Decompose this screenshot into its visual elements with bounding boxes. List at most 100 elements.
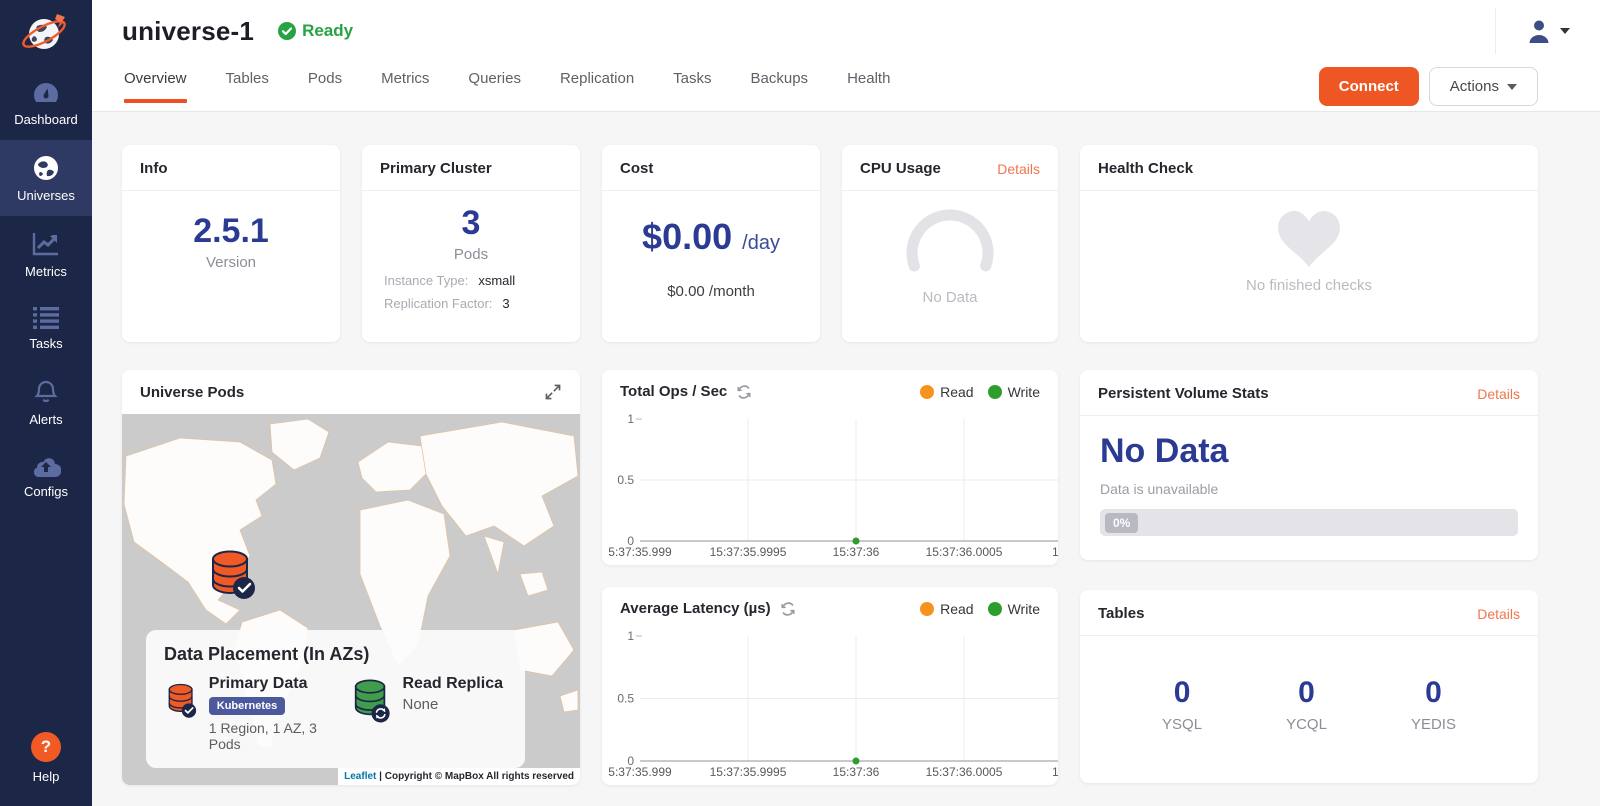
tab-overview[interactable]: Overview [124, 62, 187, 111]
tables-details-link[interactable]: Details [1477, 606, 1520, 622]
write-legend-label: Write [1008, 601, 1040, 617]
read-replica-value: None [403, 696, 503, 713]
card-title: Cost [620, 160, 653, 177]
cost-per-day: $0.00 [642, 217, 732, 257]
expand-icon [544, 383, 562, 401]
tab-tables[interactable]: Tables [226, 62, 269, 111]
user-menu[interactable] [1526, 18, 1570, 44]
world-map[interactable]: Data Placement (In AZs) [122, 414, 580, 785]
svg-text:15:37:3: 15:37:3 [1052, 545, 1058, 559]
tab-bar: Overview Tables Pods Metrics Queries Rep… [92, 62, 1600, 112]
svg-text:15:37:36.0005: 15:37:36.0005 [926, 765, 1003, 779]
heart-icon [1278, 211, 1340, 267]
question-icon: ? [31, 732, 61, 762]
card-title: Average Latency (µs) [620, 600, 771, 617]
tab-backups[interactable]: Backups [751, 62, 809, 111]
card-title: Primary Cluster [380, 160, 492, 177]
sidebar-item-label: Dashboard [14, 112, 78, 127]
gauge-icon [32, 81, 60, 105]
tab-queries[interactable]: Queries [468, 62, 521, 111]
globe-icon [33, 155, 59, 181]
read-replica-label: Read Replica [403, 675, 503, 693]
sidebar-item-label: Tasks [29, 336, 62, 351]
primary-database-icon [164, 675, 199, 725]
card-title: Health Check [1098, 160, 1193, 177]
pods-label: Pods [454, 246, 488, 263]
cost-per-month: $0.00 /month [667, 283, 755, 300]
list-icon [33, 307, 59, 329]
sidebar-item-configs[interactable]: Configs [0, 440, 92, 512]
svg-text:15:37:36: 15:37:36 [833, 545, 880, 559]
sidebar-item-universes[interactable]: Universes [0, 140, 92, 216]
version-value: 2.5.1 [193, 213, 269, 250]
primary-data-block: Primary Data Kubernetes 1 Region, 1 AZ, … [164, 675, 323, 752]
pvs-sub-text: Data is unavailable [1100, 481, 1518, 497]
replication-factor-label: Replication Factor: [384, 296, 492, 311]
chart-legend: Read Write [920, 384, 1040, 400]
universe-pods-card: Universe Pods [122, 370, 580, 785]
ysql-stat: 0 YSQL [1162, 676, 1202, 733]
svg-text:1: 1 [627, 629, 634, 643]
primary-data-label: Primary Data [209, 675, 323, 693]
chart-line-icon [32, 231, 60, 257]
primary-data-summary: 1 Region, 1 AZ, 3 Pods [209, 720, 323, 752]
svg-text:15:37:36: 15:37:36 [833, 765, 880, 779]
sidebar-item-label: Metrics [25, 264, 67, 279]
status-badge: Ready [278, 21, 353, 41]
gauge-arc-icon [890, 207, 1010, 279]
pvs-no-data: No Data [1100, 432, 1518, 471]
yedis-label: YEDIS [1411, 716, 1456, 733]
svg-text:5:37:35.999: 5:37:35.999 [608, 545, 672, 559]
kubernetes-badge: Kubernetes [209, 697, 286, 715]
actions-button-label: Actions [1450, 78, 1499, 95]
tab-metrics[interactable]: Metrics [381, 62, 429, 111]
ysql-label: YSQL [1162, 716, 1202, 733]
attribution-text: | Copyright © MapBox All rights reserved [379, 771, 574, 782]
cloud-upload-icon [31, 455, 61, 477]
cpu-usage-card: CPU Usage Details No Data [842, 145, 1058, 342]
cpu-details-link[interactable]: Details [997, 161, 1040, 177]
sidebar: Dashboard Universes Metrics Tasks [0, 0, 92, 806]
actions-button[interactable]: Actions [1429, 67, 1538, 106]
bell-icon [33, 379, 59, 405]
cpu-no-data: No Data [922, 289, 977, 306]
connect-button[interactable]: Connect [1319, 67, 1419, 106]
tab-health[interactable]: Health [847, 62, 890, 111]
status-text: Ready [302, 21, 353, 41]
chevron-down-icon [1507, 84, 1517, 90]
card-title: Universe Pods [140, 384, 244, 401]
sidebar-item-metrics[interactable]: Metrics [0, 216, 92, 292]
primary-cluster-card: Primary Cluster 3 Pods Instance Type: xs… [362, 145, 580, 342]
tables-card: Tables Details 0 YSQL 0 YCQL 0 [1080, 590, 1538, 783]
read-legend-dot [920, 602, 934, 616]
sidebar-item-alerts[interactable]: Alerts [0, 364, 92, 440]
read-replica-block: Read Replica None [349, 675, 508, 752]
svg-text:0.5: 0.5 [617, 692, 634, 706]
ycql-label: YCQL [1286, 716, 1327, 733]
leaflet-link[interactable]: Leaflet [344, 771, 376, 782]
sidebar-item-label: Alerts [29, 412, 62, 427]
chart-legend: Read Write [920, 601, 1040, 617]
app-logo[interactable] [0, 0, 92, 66]
average-latency-chart: 00.515:37:35.99915:37:35.999515:37:3615:… [602, 626, 1058, 781]
sidebar-item-tasks[interactable]: Tasks [0, 292, 92, 364]
refresh-icon[interactable] [736, 384, 752, 400]
pvs-progress-bar: 0% [1100, 509, 1518, 536]
svg-text:15:37:36.0005: 15:37:36.0005 [926, 545, 1003, 559]
total-ops-chart: 00.515:37:35.99915:37:35.999515:37:3615:… [602, 409, 1058, 561]
info-card: Info 2.5.1 Version [122, 145, 340, 342]
persistent-volume-stats-card: Persistent Volume Stats Details No Data … [1080, 370, 1538, 560]
sidebar-item-help[interactable]: ? Help [0, 720, 92, 806]
sidebar-item-label: Universes [17, 188, 75, 203]
refresh-icon[interactable] [780, 601, 796, 617]
cost-card: Cost $0.00 /day $0.00 /month [602, 145, 820, 342]
data-placement-panel: Data Placement (In AZs) [146, 630, 525, 768]
yedis-count: 0 [1425, 676, 1442, 710]
tab-replication[interactable]: Replication [560, 62, 634, 111]
svg-text:1: 1 [627, 412, 634, 426]
pvs-details-link[interactable]: Details [1477, 386, 1520, 402]
tab-pods[interactable]: Pods [308, 62, 342, 111]
sidebar-item-dashboard[interactable]: Dashboard [0, 66, 92, 140]
expand-map-button[interactable] [544, 383, 562, 401]
tab-tasks[interactable]: Tasks [673, 62, 711, 111]
